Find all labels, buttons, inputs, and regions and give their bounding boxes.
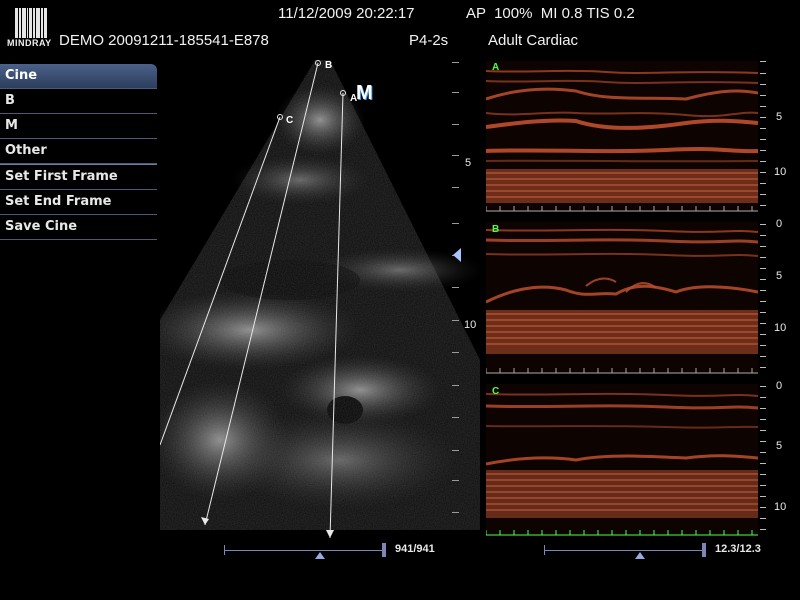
m-mode-icon: M (356, 82, 373, 104)
m-mode-scale-c: 0 5 10 (760, 380, 800, 536)
menu-item-b[interactable]: B (0, 89, 157, 114)
probe-name: P4-2s (409, 32, 449, 49)
scale-c-10: 10 (774, 501, 787, 513)
m-mode-scale-b: 0 5 10 (760, 218, 800, 374)
datetime: 11/12/2009 20:22:17 (278, 5, 415, 22)
panel-label-c: C (492, 386, 500, 397)
m-mode-panel-c[interactable]: C (486, 384, 758, 536)
panel-label-a: A (492, 62, 500, 73)
menu-item-set-end-frame[interactable]: Set End Frame (0, 190, 157, 215)
scale-c-0: 0 (776, 380, 783, 392)
frame-counter: 941/941 (395, 543, 435, 555)
depth-label-5: 5 (465, 157, 472, 169)
menu-item-save-cine[interactable]: Save Cine (0, 215, 157, 240)
cursor-label-b: B (325, 60, 333, 71)
menu-item-m[interactable]: M (0, 114, 157, 139)
scale-b-5: 5 (776, 270, 783, 282)
menu-item-set-first-frame[interactable]: Set First Frame (0, 165, 157, 190)
scale-b-10: 10 (774, 322, 787, 334)
m-mode-panel-a[interactable]: A (486, 61, 758, 212)
time-slider[interactable] (544, 540, 712, 560)
panel-label-b: B (492, 224, 500, 235)
cine-menu: Cine B M Other Set First Frame Set End F… (0, 64, 157, 240)
menu-item-other[interactable]: Other (0, 139, 157, 164)
scale-a-10: 10 (774, 166, 787, 178)
focus-marker-icon[interactable] (452, 248, 462, 262)
logo-text: MINDRAY (7, 38, 52, 48)
time-counter: 12.3/12.3 (715, 543, 761, 555)
scale-b-0: 0 (776, 218, 783, 230)
m-mode-panel-b[interactable]: B (486, 222, 758, 374)
barcode-logo-icon (15, 8, 49, 38)
frame-slider[interactable] (224, 540, 394, 560)
depth-scale (452, 60, 472, 540)
power-info: AP 100% MI 0.8 TIS 0.2 (466, 5, 635, 22)
cursor-label-c: C (286, 115, 294, 126)
m-mode-scale-a: 5 10 (760, 61, 800, 212)
depth-label-10: 10 (464, 319, 477, 331)
exam-type: Adult Cardiac (488, 32, 579, 49)
scale-a-5: 5 (776, 111, 783, 123)
patient-id: DEMO 20091211-185541-E878 (59, 32, 269, 49)
scale-c-5: 5 (776, 440, 783, 452)
b-mode-image[interactable]: B A C M (160, 60, 480, 540)
menu-item-cine[interactable]: Cine (0, 64, 157, 89)
